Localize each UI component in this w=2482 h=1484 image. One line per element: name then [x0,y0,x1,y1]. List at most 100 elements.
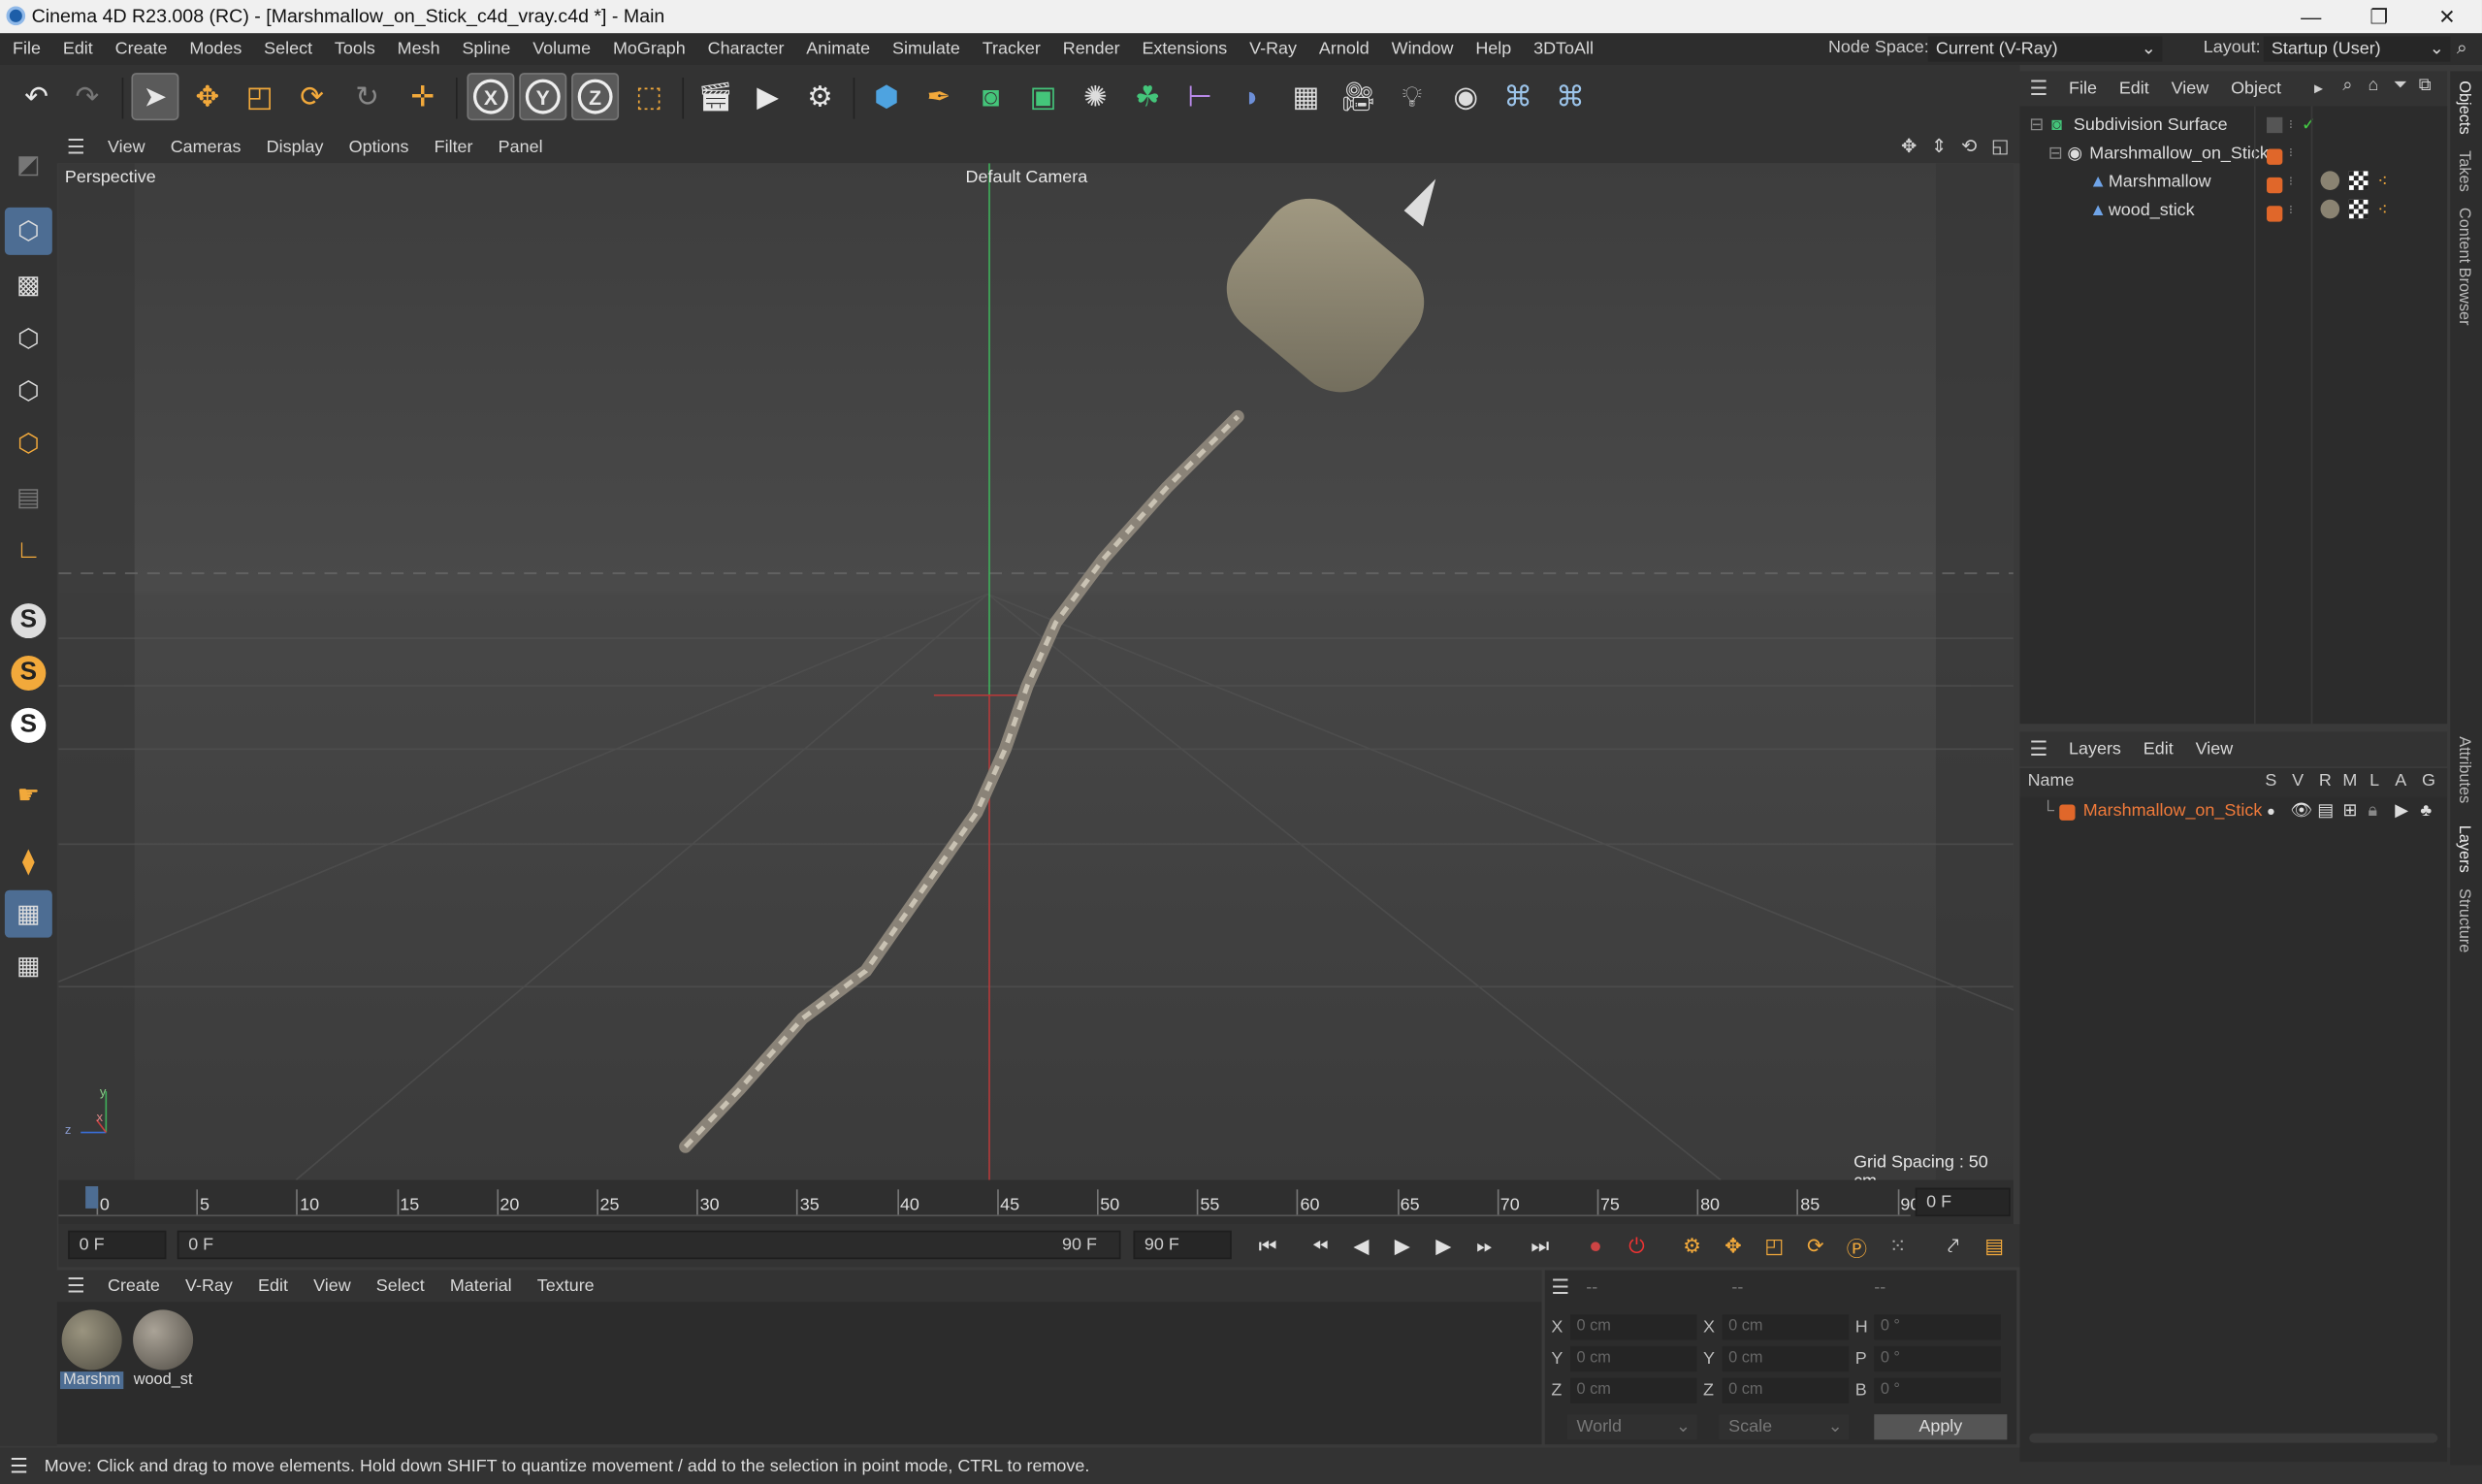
visibility-dots-icon[interactable]: ⁝ [2289,111,2293,139]
python-icon[interactable]: ⌘ [1495,73,1542,120]
material-tag-icon[interactable] [2320,199,2340,219]
interpolation-icon[interactable]: ⤤ [1936,1231,1971,1263]
menu-help[interactable]: Help [1465,33,1523,65]
vray-icon[interactable]: ◉ [1442,73,1490,120]
generator-icon[interactable]: ♣ [2420,796,2432,824]
grid-icon[interactable]: ⧫ [5,838,52,886]
menu-spline[interactable]: Spline [451,33,522,65]
more-arrow-icon[interactable]: ▸ [2314,78,2323,99]
material-menu-create[interactable]: Create [95,1271,173,1303]
cloner-icon[interactable]: ✺ [1072,73,1119,120]
render-settings-icon[interactable]: ⚙ [796,73,844,120]
playhead[interactable] [85,1186,99,1209]
layer-menu-edit[interactable]: Edit [2132,731,2184,766]
previous-key-icon[interactable]: ⏪︎ [1303,1231,1338,1263]
timeline-window-icon[interactable]: ▤ [1977,1231,2012,1263]
add-icon[interactable]: ✛ [399,73,446,120]
menu-3dtoall[interactable]: 3DToAll [1523,33,1605,65]
menu-select[interactable]: Select [253,33,324,65]
column-render[interactable]: R [2319,771,2332,790]
column-visible[interactable]: V [2292,771,2304,790]
coord-scale-dropdown[interactable]: Scale ⌄ [1719,1414,1850,1440]
menu-create[interactable]: Create [104,33,178,65]
coord-rot-field[interactable]: 0 ° [1874,1314,2001,1340]
tab-structure[interactable]: Structure [2455,888,2472,952]
rotate-view-icon[interactable]: ⟲ [1961,135,1977,157]
object-row-wood-stick[interactable]: ▲ wood_stick ⁝ ⁖ [2019,196,2447,224]
snap-icon[interactable]: S [5,597,52,645]
workplane-icon[interactable]: ☛ [5,771,52,819]
uvw-tag-icon[interactable] [2348,199,2369,219]
timeline-ruler[interactable]: 0 5 10 15 20 25 30 35 40 45 50 55 60 65 70 75 80 85 90 0 F [58,1179,2014,1225]
vray-tag-icon[interactable]: ⁖ [2377,168,2388,196]
object-menu-file[interactable]: File [2058,71,2109,106]
start-frame-field[interactable]: 0 F [68,1230,167,1260]
viewport-menu-panel[interactable]: Panel [486,132,556,164]
minimize-button[interactable]: — [2276,0,2346,33]
play-icon[interactable]: ▶ [1385,1231,1420,1263]
tab-layers[interactable]: Layers [2455,825,2472,873]
move-icon[interactable]: ✥ [183,73,231,120]
hamburger-icon[interactable]: ☰ [0,1453,38,1478]
menu-file[interactable]: File [2,33,52,65]
material-menu-material[interactable]: Material [437,1271,525,1303]
previous-frame-icon[interactable]: ◀ [1344,1231,1379,1263]
lock-icon[interactable]: 🔒︎ [2368,796,2377,824]
menu-simulate[interactable]: Simulate [882,33,972,65]
layer-menu-view[interactable]: View [2184,731,2243,766]
new-window-icon[interactable]: ⧉ [2419,76,2432,96]
node-space-dropdown[interactable]: Current (V-Ray) ⌄ [1927,36,2163,62]
menu-tools[interactable]: Tools [323,33,386,65]
collapse-icon[interactable]: ⊟ [2048,140,2063,168]
menu-modes[interactable]: Modes [178,33,253,65]
menu-tracker[interactable]: Tracker [971,33,1051,65]
viewport-menu-view[interactable]: View [95,132,158,164]
recent-tool-icon[interactable]: ↻ [343,73,391,120]
enabled-check-icon[interactable]: ✓ [2302,111,2316,139]
undo-icon[interactable]: ↶ [13,73,60,120]
material-tag-icon[interactable] [2320,171,2340,190]
hamburger-icon[interactable]: ☰ [2019,76,2057,101]
hamburger-icon[interactable]: ☰ [2019,736,2057,761]
uvw-tag-icon[interactable] [2348,171,2369,190]
column-solo[interactable]: S [2265,771,2276,790]
object-menu-edit[interactable]: Edit [2108,71,2160,106]
camera-icon[interactable]: 🎥︎ [1335,73,1382,120]
python2-icon[interactable]: ⌘ [1546,73,1594,120]
tab-attributes[interactable]: Attributes [2455,736,2472,803]
material-swatch-marshmallow[interactable]: Marshm [60,1308,124,1397]
material-menu-texture[interactable]: Texture [525,1271,607,1303]
tab-content-browser[interactable]: Content Browser [2455,208,2472,326]
object-row-marshmallow-on-stick[interactable]: ⊟ ◉ Marshmallow_on_Stick ⁝ [2019,140,2447,168]
apply-button[interactable]: Apply [1874,1414,2008,1440]
workplane-align-icon[interactable]: ▦ [5,943,52,990]
scale-icon[interactable]: ◰ [236,73,283,120]
key-position-icon[interactable]: ✥ [1716,1231,1751,1263]
manager-icon[interactable]: ⊞ [2342,796,2357,824]
snap-settings-icon[interactable]: S [5,649,52,696]
hamburger-icon[interactable]: ☰ [57,135,95,160]
go-to-start-icon[interactable]: ⏮ [1250,1231,1285,1263]
search-icon[interactable]: ⌕ [2457,37,2467,60]
column-animation[interactable]: A [2395,771,2406,790]
search-icon[interactable]: ⌕ [2342,76,2352,96]
viewport-menu-cameras[interactable]: Cameras [158,132,254,164]
key-param-icon[interactable]: Ⓟ [1839,1231,1874,1263]
floor-icon[interactable]: ▦ [1282,73,1330,120]
rotate-icon[interactable]: ⟳ [288,73,336,120]
locked-workplane-icon[interactable]: ▦ [4,889,52,938]
pen-icon[interactable]: ✒ [915,73,962,120]
eye-icon[interactable]: 👁︎ [2291,796,2313,824]
layer-row-marshmallow-on-stick[interactable]: └ Marshmallow_on_Stick ● 👁︎ ▤ ⊞ 🔒︎ ▶ ♣ [2019,796,2447,824]
select-icon[interactable]: ➤ [131,73,179,121]
layer-color-swatch[interactable] [2059,801,2076,829]
column-generators[interactable]: G [2422,771,2435,790]
cube-icon[interactable]: ⬢ [862,73,910,120]
coord-rot-field[interactable]: 0 ° [1874,1377,2001,1403]
key-rotation-icon[interactable]: ⟳ [1798,1231,1833,1263]
current-frame-field[interactable]: 0 F [1915,1187,2011,1217]
animation-icon[interactable]: ▶ [2395,796,2408,824]
menu-mograph[interactable]: MoGraph [602,33,697,65]
visibility-dots-icon[interactable]: ⁝ [2289,168,2293,196]
object-menu-view[interactable]: View [2160,71,2219,106]
